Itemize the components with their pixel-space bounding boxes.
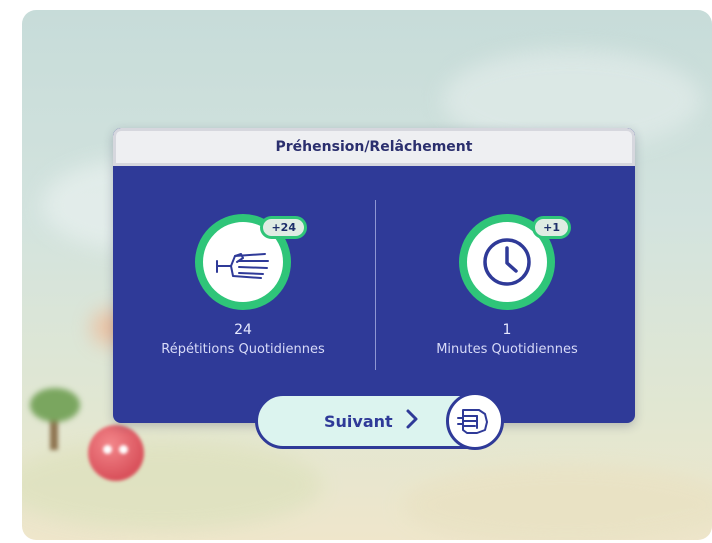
background-hill	[402, 465, 712, 540]
results-dialog: Préhension/Relâchement +24 24 Répétition…	[113, 128, 635, 423]
minutes-badge: +1	[532, 216, 571, 239]
stat-divider	[375, 200, 376, 370]
minutes-stat: +1 1 Minutes Quotidiennes	[397, 214, 617, 357]
hand-icon	[216, 253, 269, 279]
chevron-right-icon	[405, 408, 419, 434]
background-tree	[30, 388, 80, 422]
repetitions-stat: +24 24 Répétitions Quotidiennes	[133, 214, 353, 357]
repetitions-label: Répétitions Quotidiennes	[161, 342, 325, 357]
repetitions-ring: +24	[195, 214, 307, 310]
next-button-label: Suivant	[324, 411, 393, 431]
repetitions-badge: +24	[260, 216, 307, 239]
fist-icon	[446, 392, 504, 450]
minutes-ring: +1	[459, 214, 571, 310]
dialog-title: Préhension/Relâchement	[113, 128, 635, 166]
minutes-label: Minutes Quotidiennes	[436, 342, 578, 357]
clock-icon	[483, 238, 531, 286]
minutes-value: 1	[502, 322, 512, 338]
repetitions-value: 24	[234, 322, 252, 338]
background-character	[88, 425, 144, 481]
background-hill	[22, 440, 322, 530]
